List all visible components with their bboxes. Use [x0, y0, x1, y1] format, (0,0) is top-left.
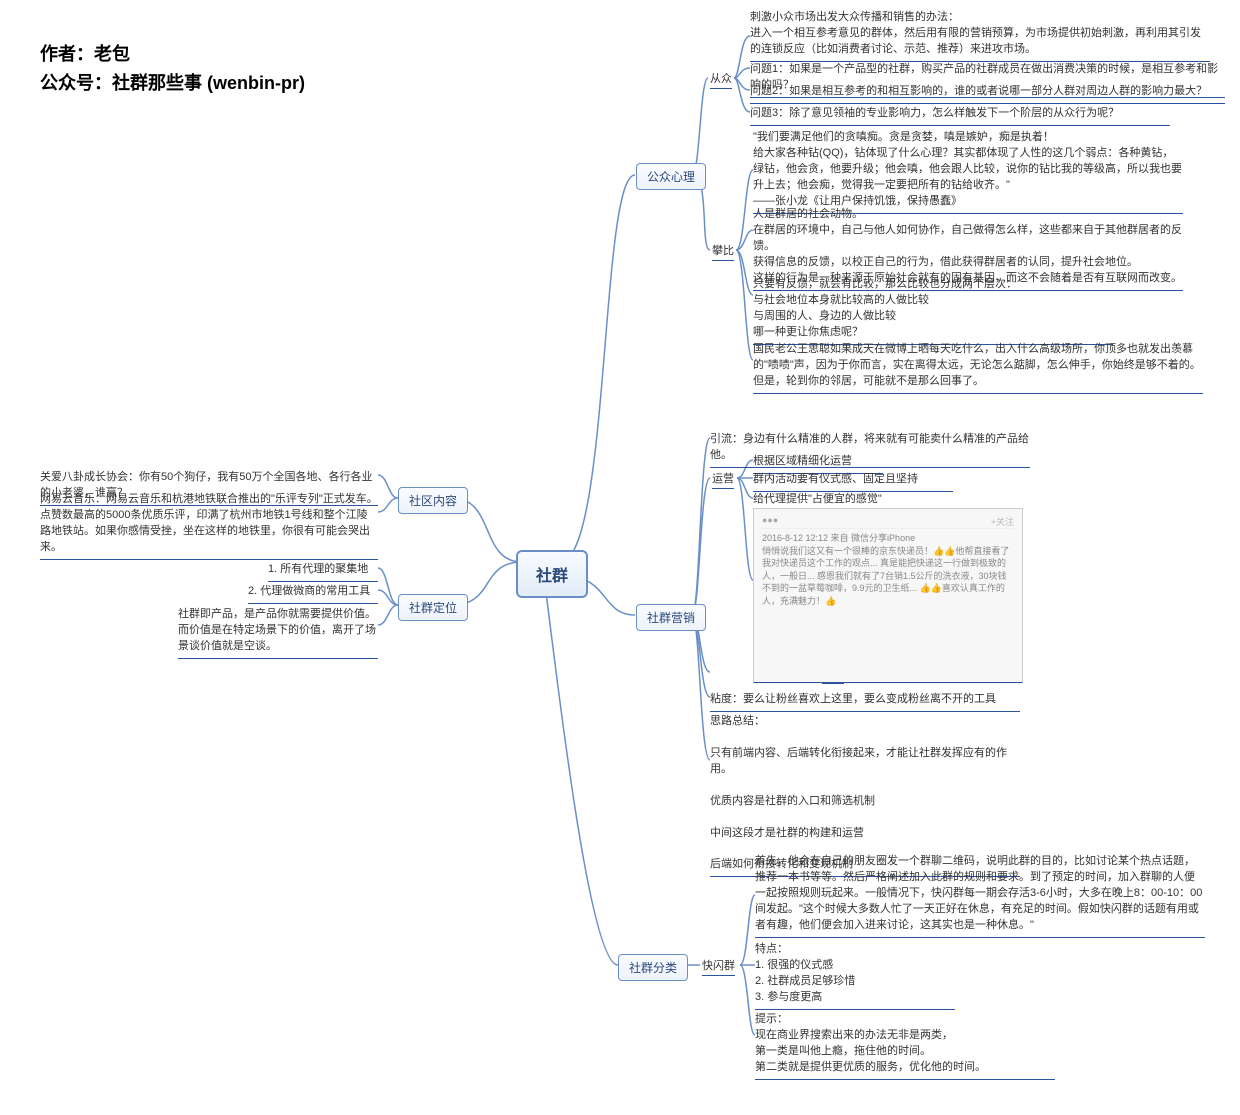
leaf-niandu: 粘度：要么让粉丝喜欢上这里，要么变成粉丝离不开的工具	[710, 690, 1020, 712]
author-line1: 作者：老包	[40, 40, 305, 69]
sublabel-yunying[interactable]: 运营	[712, 470, 734, 489]
root-node[interactable]: 社群	[516, 550, 588, 598]
leaf-cat-intro: 首先，他会在自己的朋友圈发一个群聊二维码，说明此群的目的，比如讨论某个热点话题，…	[755, 852, 1205, 938]
branch-content[interactable]: 社区内容	[398, 487, 468, 514]
leaf-cat-tedian: 特点： 1. 很强的仪式感 2. 社群成员足够珍惜 3. 参与度更高	[755, 940, 955, 1010]
sublabel-panbi[interactable]: 攀比	[712, 242, 734, 261]
leaf-pb-4: 国民老公王思聪如果成天在微博上晒每天吃什么，出入什么高级场所，你顶多也就发出羡慕…	[753, 340, 1203, 394]
leaf-cz-q3: 问题3：除了意见领袖的专业影响力，怎么样触发下一个阶层的从众行为呢？	[750, 104, 1170, 126]
branch-marketing[interactable]: 社群营销	[636, 604, 706, 631]
screenshot-text: 2016-8-12 12:12 来自 微信分享iPhone 悄悄说我们这又有一个…	[762, 532, 1014, 608]
leaf-cz-q2: 问题2：如果是相互参考的和相互影响的，谁的或者说哪一部分人群对周边人群的影响力最…	[750, 82, 1225, 104]
sublabel-congzhong[interactable]: 从众	[710, 70, 732, 89]
leaf-pos-2: 2. 代理做微商的常用工具	[248, 582, 378, 604]
author-line2: 公众号：社群那些事 (wenbin-pr)	[40, 69, 305, 98]
leaf-pb-1: "我们要满足他们的贪嗔痴。贪是贪婪，嗔是嫉妒，痴是执着！ 给大家各种钻(QQ)，…	[753, 128, 1183, 214]
branch-psychology[interactable]: 公众心理	[636, 163, 706, 190]
leaf-pb-3: 只要有反馈，就会有比较，那么比较也分成两个层次： 与社会地位本身就比较高的人做比…	[753, 275, 1113, 345]
leaf-content-2: 网易云音乐：网易云音乐和杭港地铁联合推出的"乐评专列"正式发车。点赞数最高的50…	[40, 490, 378, 560]
branch-category[interactable]: 社群分类	[618, 954, 688, 981]
screenshot-box: ●●● +关注 2016-8-12 12:12 来自 微信分享iPhone 悄悄…	[753, 508, 1023, 683]
leaf-pos-3: 社群即产品，是产品你就需要提供价值。而价值是在特定场景下的价值，离开了场景谈价值…	[178, 605, 378, 659]
sublabel-kuaishan[interactable]: 快闪群	[702, 957, 735, 976]
leaf-cz-intro: 刺激小众市场出发大众传播和销售的办法： 进入一个相互参考意见的群体，然后用有限的…	[750, 8, 1210, 62]
leaf-pos-1: 1. 所有代理的聚集地	[268, 560, 378, 582]
branch-positioning[interactable]: 社群定位	[398, 594, 468, 621]
leaf-yy2: 群内活动要有仪式感、固定且坚持	[753, 470, 953, 492]
author-block: 作者：老包 公众号：社群那些事 (wenbin-pr)	[40, 40, 305, 98]
leaf-cat-tishi: 提示： 现在商业界搜索出来的办法无非是两类， 第一类是叫他上瘾，拖住他的时间。 …	[755, 1010, 1055, 1080]
